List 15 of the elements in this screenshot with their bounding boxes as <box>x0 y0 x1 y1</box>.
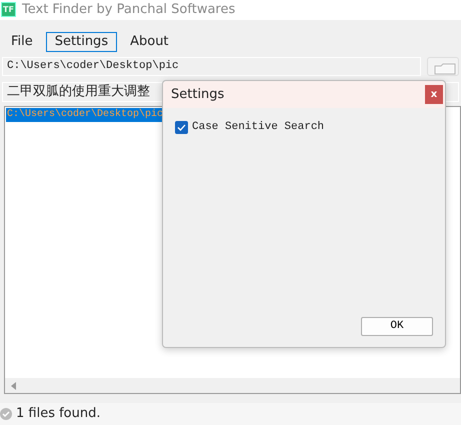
option-label: Case Senitive Search <box>192 120 324 135</box>
dialog-title: Settings <box>171 86 224 104</box>
horizontal-scrollbar[interactable] <box>5 378 460 394</box>
menu-item[interactable]: File <box>2 32 42 52</box>
checkbox[interactable] <box>175 120 188 134</box>
menu-item[interactable]: About <box>121 32 178 52</box>
folder-button[interactable] <box>427 57 459 76</box>
app-logo: TF <box>1 2 16 18</box>
window-title: Text Finder by Panchal Softwares <box>22 1 236 20</box>
menu-item[interactable]: Settings <box>46 32 118 52</box>
path-field[interactable]: C:\Users\coder\Desktop\pic <box>2 57 421 76</box>
scroll-left-icon[interactable] <box>11 382 16 390</box>
ok-button[interactable]: OK <box>361 317 433 336</box>
close-button[interactable]: x <box>425 85 443 104</box>
status-text: 1 files found. <box>16 405 100 424</box>
